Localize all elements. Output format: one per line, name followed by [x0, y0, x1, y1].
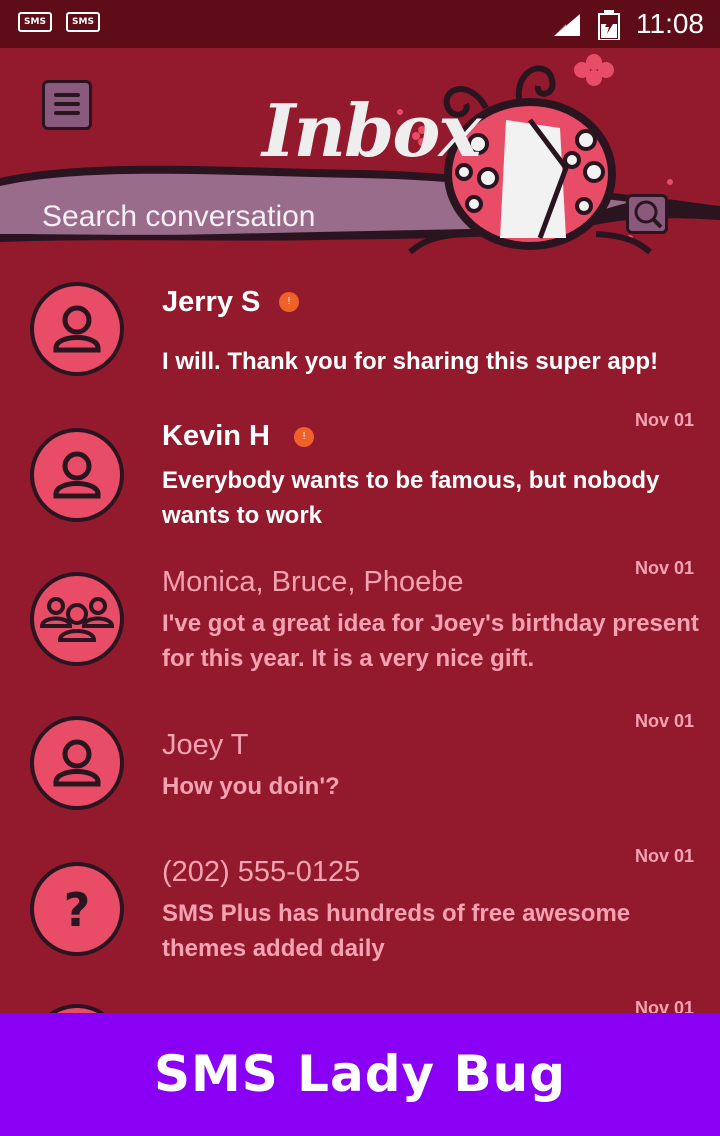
svg-text:?: ?: [64, 883, 91, 937]
unread-indicator: !: [294, 427, 314, 447]
search-icon: [634, 200, 663, 229]
message-date: Nov 01: [634, 711, 694, 731]
message-preview: I've got a great idea for Joey's birthda…: [162, 610, 699, 672]
conversation-item[interactable]: Nov 01 Kevin H ! Everybody wants to be f…: [0, 400, 720, 550]
conversation-item[interactable]: Jerry S ! I will. Thank you for sharing …: [0, 270, 720, 390]
search-button[interactable]: [626, 194, 668, 234]
message-date: Nov 01: [634, 998, 694, 1013]
question-icon: ?: [64, 883, 91, 937]
message-date: Nov 01: [634, 558, 694, 578]
message-date: Nov 01: [634, 410, 694, 430]
header: Inbox: [0, 48, 720, 258]
message-preview: How you doin'?: [162, 773, 340, 800]
menu-button[interactable]: [42, 80, 92, 130]
contact-name: Kevin H: [162, 420, 270, 452]
message-date: Nov 01: [634, 846, 694, 866]
contact-avatar: [30, 572, 124, 666]
status-bar: SMS SMS 11:08: [0, 0, 720, 48]
contact-avatar: [30, 282, 124, 376]
sms-notification-icon: SMS: [66, 12, 100, 32]
conversation-item[interactable]: ? Nov 01 (202) 555-0125 SMS Plus has hun…: [0, 840, 720, 990]
message-preview: Everybody wants to be famous, but nobody…: [162, 467, 660, 529]
search-input[interactable]: [40, 198, 424, 236]
person-icon: [53, 739, 101, 787]
conversation-item[interactable]: Nov 01 Joey T How you doin'?: [0, 705, 720, 840]
contact-avatar: [30, 428, 124, 522]
person-icon: [53, 305, 101, 353]
battery-icon: [598, 10, 620, 40]
conversation-item[interactable]: Nov 01: [0, 990, 720, 1013]
contact-avatar: ?: [30, 862, 124, 956]
contact-avatar: [30, 716, 124, 810]
contact-name: Joey T: [162, 729, 249, 761]
contact-name: (202) 555-0125: [162, 856, 361, 888]
page-title: Inbox: [262, 88, 481, 173]
contact-name: Monica, Bruce, Phoebe: [162, 566, 464, 598]
signal-icon: [554, 14, 580, 36]
sms-notification-icon: SMS: [18, 12, 52, 32]
unread-indicator: !: [279, 292, 299, 312]
contact-avatar: [30, 1004, 124, 1013]
group-icon: [39, 597, 115, 642]
message-preview: SMS Plus has hundreds of free awesome th…: [162, 900, 631, 962]
message-preview: I will. Thank you for sharing this super…: [162, 348, 659, 375]
person-icon: [53, 451, 101, 499]
promo-banner: SMS Lady Bug: [0, 1013, 720, 1136]
contact-name: Jerry S: [162, 286, 261, 318]
clock: 11:08: [636, 8, 704, 39]
conversation-item[interactable]: Nov 01 Monica, Bruce, Phoebe I've got a …: [0, 550, 720, 700]
